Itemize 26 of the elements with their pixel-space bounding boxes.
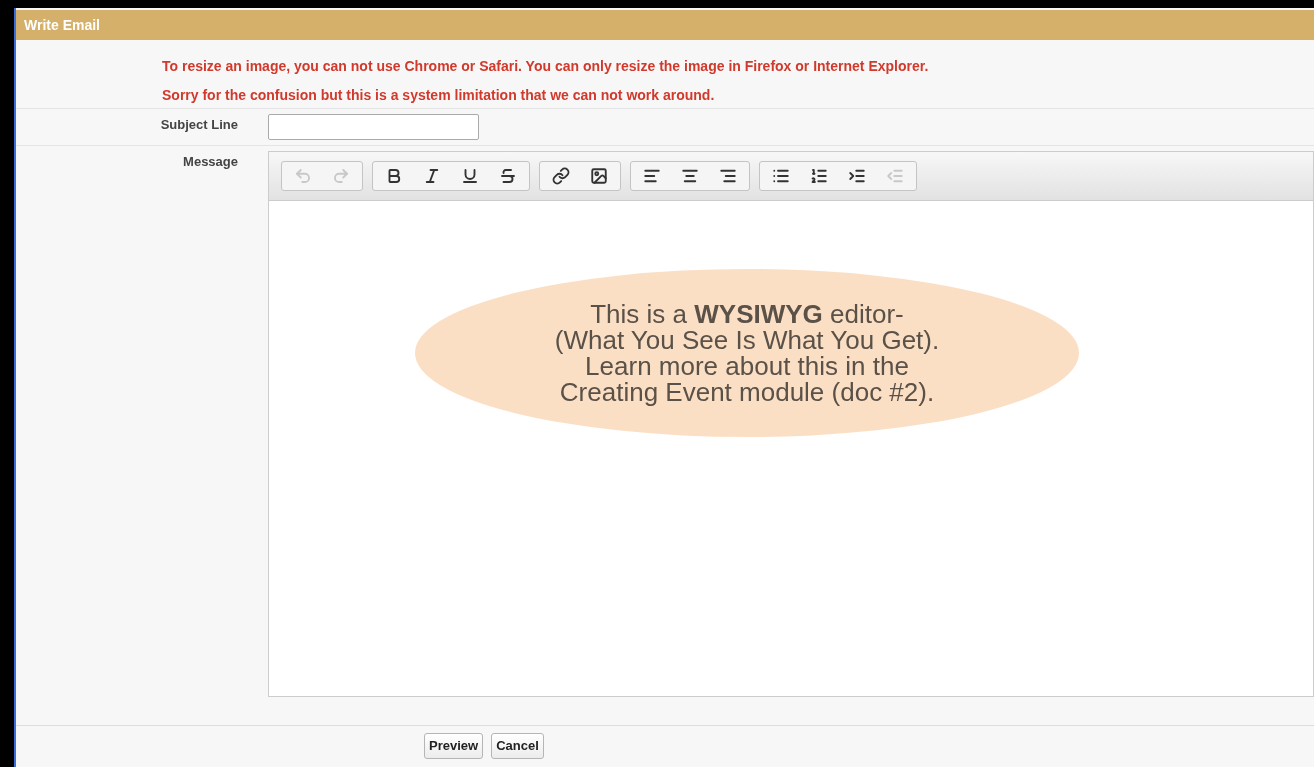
align-left-icon: [643, 167, 661, 185]
subject-label: Subject Line: [159, 116, 238, 134]
callout-text: (What You See Is What You Get).: [554, 327, 940, 353]
link-icon: [552, 167, 570, 185]
warning-notice: Sorry for the confusion but this is a system limitation that we can not work around.: [162, 87, 716, 103]
cancel-button[interactable]: Cancel: [491, 733, 544, 759]
callout-text: This is a WYSIWYG editor-: [590, 301, 904, 327]
bullet-list-icon: [772, 167, 790, 185]
numbered-list-icon: [810, 167, 828, 185]
message-label: Message: [182, 153, 238, 171]
redo-icon: [332, 167, 350, 185]
undo-icon: [294, 167, 312, 185]
strikethrough-icon: [499, 167, 517, 185]
callout-text: Learn more about this in the: [585, 353, 909, 379]
panel-title: Write Email: [24, 15, 100, 35]
align-center-icon: [681, 167, 699, 185]
image-icon: [590, 167, 608, 185]
align-right-icon: [719, 167, 737, 185]
subject-field[interactable]: [268, 114, 479, 140]
callout-text: Creating Event module (doc #2).: [559, 379, 935, 405]
warning-notice: To resize an image, you can not use Chrome or Safari. You can only resize the image in Firefox or Internet Explorer.: [162, 58, 930, 74]
preview-button[interactable]: Preview: [424, 733, 484, 759]
outdent-icon: [886, 167, 904, 185]
indent-icon: [848, 167, 866, 185]
italic-icon: [423, 167, 441, 185]
underline-icon: [461, 167, 479, 185]
